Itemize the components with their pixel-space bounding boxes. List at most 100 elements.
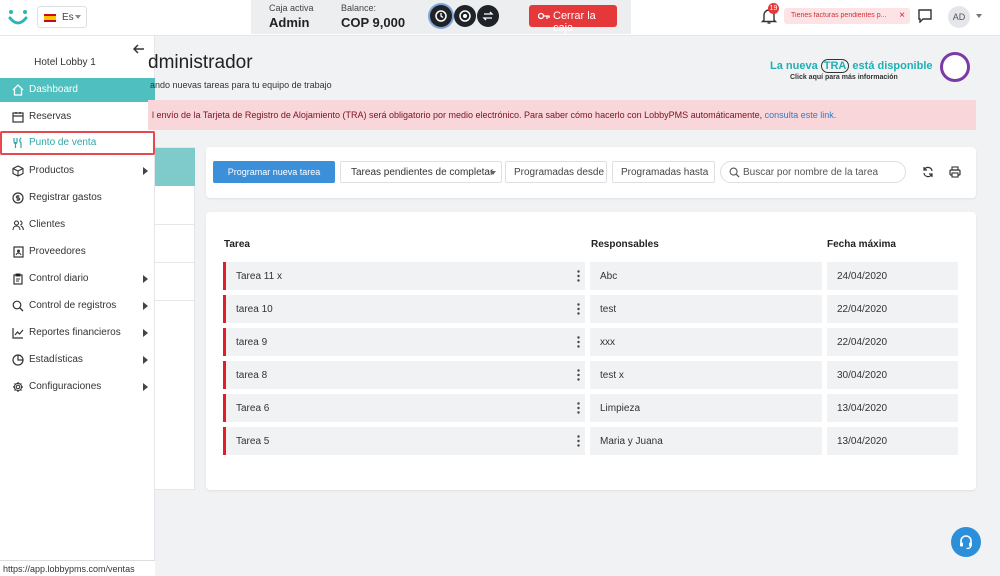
status-url: https://app.lobbypms.com/ventas	[0, 560, 155, 576]
task-status-selected: Tareas pendientes de completar	[351, 167, 494, 178]
sidebar-item-productos[interactable]: Productos	[0, 159, 155, 183]
task-search-input[interactable]	[743, 165, 901, 179]
responsible-cell: test x	[590, 361, 822, 389]
print-icon[interactable]	[949, 166, 961, 178]
sidebar-item-estadisticas[interactable]: Estadísticas	[0, 348, 155, 372]
column-header-responsible: Responsables	[591, 239, 659, 250]
chevron-down-icon	[75, 15, 81, 19]
task-name: tarea 8	[236, 370, 268, 381]
task-cell: tarea 9	[223, 328, 585, 356]
transfer-button[interactable]	[477, 5, 499, 27]
close-register-button[interactable]: Cerrar la caja	[529, 5, 617, 34]
responsible-name: Abc	[600, 271, 618, 282]
close-register-label: Cerrar la caja	[553, 10, 596, 34]
new-task-button[interactable]: Programar nueva tarea	[213, 161, 335, 183]
task-name: Tarea 6	[236, 403, 270, 414]
avatar-chevron-down-icon[interactable]	[976, 14, 982, 18]
sidebar-item-label: Estadísticas	[29, 354, 83, 365]
task-toolbar: Programar nueva tarea Tareas pendientes …	[206, 147, 976, 198]
sidebar-item-dashboard[interactable]: Dashboard	[0, 78, 155, 102]
table-row[interactable]: Tarea 11 x Abc 24/04/2020	[223, 262, 958, 290]
task-status-select[interactable]: Tareas pendientes de completar	[340, 161, 502, 183]
sidebar-item-configuraciones[interactable]: Configuraciones	[0, 375, 155, 399]
task-name: Tarea 5	[236, 436, 270, 447]
sidebar-item-punto-de-venta[interactable]: Punto de venta	[0, 131, 155, 155]
kebab-menu-icon[interactable]	[577, 402, 580, 414]
table-row[interactable]: tarea 10 test 22/04/2020	[223, 295, 958, 323]
tra-promo[interactable]: La nueva TRA está disponible Click aquí …	[770, 52, 975, 88]
sidebar-item-label: Control de registros	[29, 300, 117, 311]
responsible-cell: Abc	[590, 262, 822, 290]
due-date-cell: 13/04/2020	[827, 394, 958, 422]
top-bar: Es Caja activa Admin Balance: COP 9,000 …	[0, 0, 1000, 36]
lobby-logo-icon[interactable]	[8, 8, 28, 28]
due-date-cell: 22/04/2020	[827, 328, 958, 356]
due-date: 30/04/2020	[837, 370, 888, 381]
sidebar-item-registrar-gastos[interactable]: Registrar gastos	[0, 186, 155, 210]
due-date-cell: 22/04/2020	[827, 295, 958, 323]
support-chat-button[interactable]	[951, 527, 981, 557]
table-row[interactable]: tarea 8 test x 30/04/2020	[223, 361, 958, 389]
view-button[interactable]	[454, 5, 476, 27]
task-name: Tarea 11 x	[236, 271, 282, 282]
table-row[interactable]: Tarea 6 Limpieza 13/04/2020	[223, 394, 958, 422]
eye-icon	[459, 10, 471, 22]
sidebar-item-label: Control diario	[29, 273, 89, 284]
language-code: Es	[62, 12, 74, 23]
sidebar-item-label: Clientes	[29, 219, 66, 230]
sidebar-item-reservas[interactable]: Reservas	[0, 105, 155, 129]
chevron-right-icon	[143, 329, 148, 337]
sidebar-item-reportes-financieros[interactable]: Reportes financieros	[0, 321, 155, 345]
sidebar-item-control-diario[interactable]: Control diario	[0, 267, 155, 291]
sidebar-item-label: Configuraciones	[29, 381, 102, 392]
table-row[interactable]: Tarea 5 Maria y Juana 13/04/2020	[223, 427, 958, 455]
due-date: 13/04/2020	[837, 436, 888, 447]
notification-count-badge: 19	[768, 3, 779, 14]
refresh-icon[interactable]	[922, 166, 934, 178]
responsible-name: Maria y Juana	[600, 436, 663, 447]
table-row[interactable]: tarea 9 xxx 22/04/2020	[223, 328, 958, 356]
chevron-right-icon	[143, 302, 148, 310]
kebab-menu-icon[interactable]	[577, 270, 580, 282]
due-date: 13/04/2020	[837, 403, 888, 414]
kebab-menu-icon[interactable]	[577, 369, 580, 381]
sidebar-item-label: Reportes financieros	[29, 327, 121, 338]
tra-promo-subtext: Click aquí para más información	[790, 74, 898, 81]
box-icon	[12, 165, 24, 177]
calendar-icon	[12, 112, 24, 123]
chevron-down-icon	[490, 171, 496, 175]
pending-invoices-alert[interactable]: Tienes facturas pendientes p... ×	[784, 8, 910, 24]
date-to-input[interactable]: Programadas hasta	[612, 161, 715, 183]
dollar-icon	[12, 192, 24, 204]
sidebar-item-label: Productos	[29, 165, 75, 176]
kebab-menu-icon[interactable]	[577, 303, 580, 315]
tra-info-banner: l envío de la Tarjeta de Registro de Alo…	[148, 100, 976, 130]
caja-label: Caja activa	[269, 3, 314, 13]
task-cell: tarea 8	[223, 361, 585, 389]
balance-label: Balance:	[341, 3, 377, 13]
chevron-right-icon	[143, 167, 148, 175]
sidebar-item-control-de-registros[interactable]: Control de registros	[0, 294, 155, 318]
history-button[interactable]	[430, 5, 452, 27]
responsible-name: test x	[600, 370, 624, 381]
task-search	[720, 161, 906, 183]
responsible-cell: Limpieza	[590, 394, 822, 422]
language-selector[interactable]: Es	[37, 6, 87, 28]
sidebar-item-proveedores[interactable]: Proveedores	[0, 240, 155, 264]
caja-value: Admin	[269, 15, 310, 30]
user-avatar[interactable]: AD	[948, 6, 970, 28]
task-name: tarea 10	[236, 304, 273, 315]
kebab-menu-icon[interactable]	[577, 435, 580, 447]
task-cell: Tarea 11 x	[223, 262, 585, 290]
column-header-task: Tarea	[224, 239, 250, 250]
due-date-cell: 24/04/2020	[827, 262, 958, 290]
collapse-sidebar-icon[interactable]	[133, 44, 145, 54]
chat-icon[interactable]	[918, 9, 932, 23]
date-from-input[interactable]: Programadas desde	[505, 161, 607, 183]
banner-link[interactable]: consulta este link.	[765, 110, 837, 120]
kebab-menu-icon[interactable]	[577, 336, 580, 348]
alert-close-icon[interactable]: ×	[899, 10, 905, 21]
users-icon	[12, 220, 24, 231]
sidebar-item-clientes[interactable]: Clientes	[0, 213, 155, 237]
task-category-active[interactable]	[155, 148, 195, 186]
